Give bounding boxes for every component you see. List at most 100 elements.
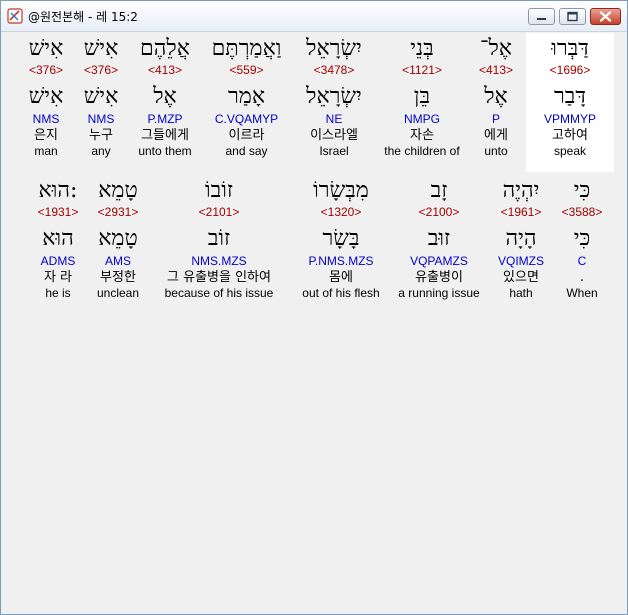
hebrew-lemma: טָמֵא <box>98 226 138 251</box>
parsing-code: NMS <box>87 112 115 126</box>
korean-gloss: 고하여 <box>552 128 588 143</box>
hebrew-lemma: יִשְׂרָאֵל <box>306 84 362 109</box>
korean-gloss: 이르라 <box>228 128 265 143</box>
korean-gloss: 자손 <box>410 128 434 143</box>
hebrew-lemma: אֶל <box>153 84 177 109</box>
strong-number[interactable]: <1961> <box>489 205 553 219</box>
strong-number[interactable]: <413> <box>467 63 525 77</box>
parsing-code: VPMMYP <box>543 112 596 126</box>
interlinear-panel[interactable]: דַּבְּרוּ <1696> דָּבַר VPMMYP 고하여 speak… <box>8 32 620 607</box>
strong-number[interactable]: <413> <box>130 63 200 77</box>
hebrew-lemma: אֶל <box>484 84 508 109</box>
hebrew-lemma: אָמַר <box>227 84 266 109</box>
parsing-code: NMPG <box>404 112 440 126</box>
english-gloss: the children of <box>384 144 460 158</box>
english-gloss: unto <box>484 144 508 158</box>
app-window: @원전본해 - 레 15:2 דַּבְּרוּ <1696> דָּבַר V… <box>0 0 628 615</box>
strong-number[interactable]: <3588> <box>558 205 606 219</box>
korean-gloss: 있으면 <box>503 270 539 285</box>
strong-number[interactable]: <3478> <box>292 63 376 77</box>
parsing-code: C <box>577 254 587 268</box>
word-column[interactable]: מִבְּשָׂרוֹ <1320> בָּשָׂר P.NMS.MZS 몸에 … <box>294 178 388 300</box>
parsing-code: NMS.MZS <box>191 254 247 268</box>
word-column[interactable]: אֶל־ <413> אֶל P 에게 unto <box>467 36 525 158</box>
english-gloss: because of his issue <box>164 286 274 300</box>
korean-gloss: . <box>579 270 585 285</box>
strong-number[interactable]: <1320> <box>294 205 388 219</box>
korean-gloss: 유출병이 <box>415 270 463 285</box>
maximize-icon <box>567 11 578 22</box>
strong-number[interactable]: <376> <box>75 63 127 77</box>
minimize-icon <box>537 18 546 20</box>
word-column[interactable]: זָב <2100> זוּב VQPAMZS 유출병이 a running i… <box>392 178 486 300</box>
english-gloss: unto them <box>138 144 192 158</box>
korean-gloss: 그들에게 <box>141 128 189 143</box>
strong-number[interactable]: <1931> <box>31 205 85 219</box>
strong-number[interactable]: <1696> <box>526 63 614 77</box>
english-gloss: any <box>91 144 111 158</box>
word-column[interactable]: וַאֲמַרְתֶּם <559> אָמַר C.VQAMYP 이르라 an… <box>202 36 291 158</box>
word-column[interactable]: דַּבְּרוּ <1696> דָּבַר VPMMYP 고하여 speak <box>526 36 614 158</box>
window-title: @원전본해 - 레 15:2 <box>28 10 138 24</box>
word-column[interactable]: אִישׁ <376> אִישׁ NMS 은지 man <box>20 36 72 158</box>
hebrew-lemma: הָיָה <box>505 226 537 251</box>
hebrew-word: אֶל־ <box>480 36 512 61</box>
strong-number[interactable]: <2931> <box>89 205 147 219</box>
word-column[interactable]: כִּי <3588> כִּי C . When <box>558 178 606 300</box>
hebrew-word: בְּנֵי <box>410 36 434 61</box>
hebrew-lemma: זוֹב <box>207 226 231 251</box>
korean-gloss: 누구 <box>89 128 113 143</box>
word-column[interactable]: אֲלֵהֶם <413> אֶל P.MZP 그들에게 unto them <box>130 36 200 158</box>
minimize-button[interactable] <box>528 8 555 25</box>
hebrew-word: זָב <box>430 178 448 203</box>
english-gloss: hath <box>509 286 533 300</box>
korean-gloss: 은지 <box>34 128 58 143</box>
hebrew-lemma: בֵּן <box>413 84 431 109</box>
strong-number[interactable]: <2100> <box>392 205 486 219</box>
hebrew-word: טָמֵא <box>98 178 138 203</box>
hebrew-lemma: אִישׁ <box>83 84 119 109</box>
parsing-code: ADMS <box>40 254 76 268</box>
hebrew-lemma: זוּב <box>427 226 451 251</box>
strong-number[interactable]: <376> <box>20 63 72 77</box>
hebrew-word: אִישׁ <box>83 36 119 61</box>
word-column[interactable]: טָמֵא <2931> טָמֵא AMS 부정한 unclean <box>89 178 147 300</box>
hebrew-word: יִשְׂרָאֵל <box>306 36 362 61</box>
word-column[interactable]: יִשְׂרָאֵל <3478> יִשְׂרָאֵל NE 이스라엘 Isr… <box>292 36 376 158</box>
english-gloss: When <box>566 286 598 300</box>
maximize-button[interactable] <box>559 8 586 25</box>
word-column[interactable]: הוּא: <1931> הוּא ADMS 자 라 he is <box>31 178 85 300</box>
korean-gloss: 이스라엘 <box>310 128 358 143</box>
english-gloss: and say <box>225 144 268 158</box>
strong-number[interactable]: <2101> <box>151 205 287 219</box>
hebrew-lemma: בָּשָׂר <box>322 226 360 251</box>
english-gloss: out of his flesh <box>302 286 380 300</box>
hebrew-word: אִישׁ <box>28 36 64 61</box>
hebrew-word: מִבְּשָׂרוֹ <box>313 178 369 203</box>
word-column[interactable]: אִישׁ <376> אִישׁ NMS 누구 any <box>75 36 127 158</box>
hebrew-lemma: כִּי <box>573 226 591 251</box>
title-bar[interactable]: @원전본해 - 레 15:2 <box>1 1 627 32</box>
parsing-code: P.MZP <box>147 112 183 126</box>
parsing-code: P <box>491 112 500 126</box>
hebrew-word: יִהְיֶה <box>502 178 540 203</box>
english-gloss: Israel <box>319 144 349 158</box>
close-button[interactable] <box>590 8 621 25</box>
korean-gloss: 자 라 <box>43 270 73 285</box>
korean-gloss: 그 유출병을 인하여 <box>167 270 271 285</box>
hebrew-lemma: הוּא <box>42 226 74 251</box>
korean-gloss: 몸에 <box>329 270 353 285</box>
app-icon <box>7 8 23 24</box>
hebrew-word: וַאֲמַרְתֶּם <box>211 36 282 61</box>
hebrew-word: כִּי <box>573 178 591 203</box>
strong-number[interactable]: <1121> <box>378 63 466 77</box>
korean-gloss: 에게 <box>484 128 508 143</box>
word-column[interactable]: יִהְיֶה <1961> הָיָה VQIMZS 있으면 hath <box>489 178 553 300</box>
word-column[interactable]: זוֹבוֹ <2101> זוֹב NMS.MZS 그 유출병을 인하여 be… <box>151 178 287 300</box>
hebrew-word: אֲלֵהֶם <box>140 36 190 61</box>
hebrew-word: זוֹבוֹ <box>205 178 233 203</box>
parsing-code: VQIMZS <box>497 254 544 268</box>
word-column[interactable]: בְּנֵי <1121> בֵּן NMPG 자손 the children … <box>378 36 466 158</box>
parsing-code: VQPAMZS <box>410 254 468 268</box>
strong-number[interactable]: <559> <box>202 63 291 77</box>
